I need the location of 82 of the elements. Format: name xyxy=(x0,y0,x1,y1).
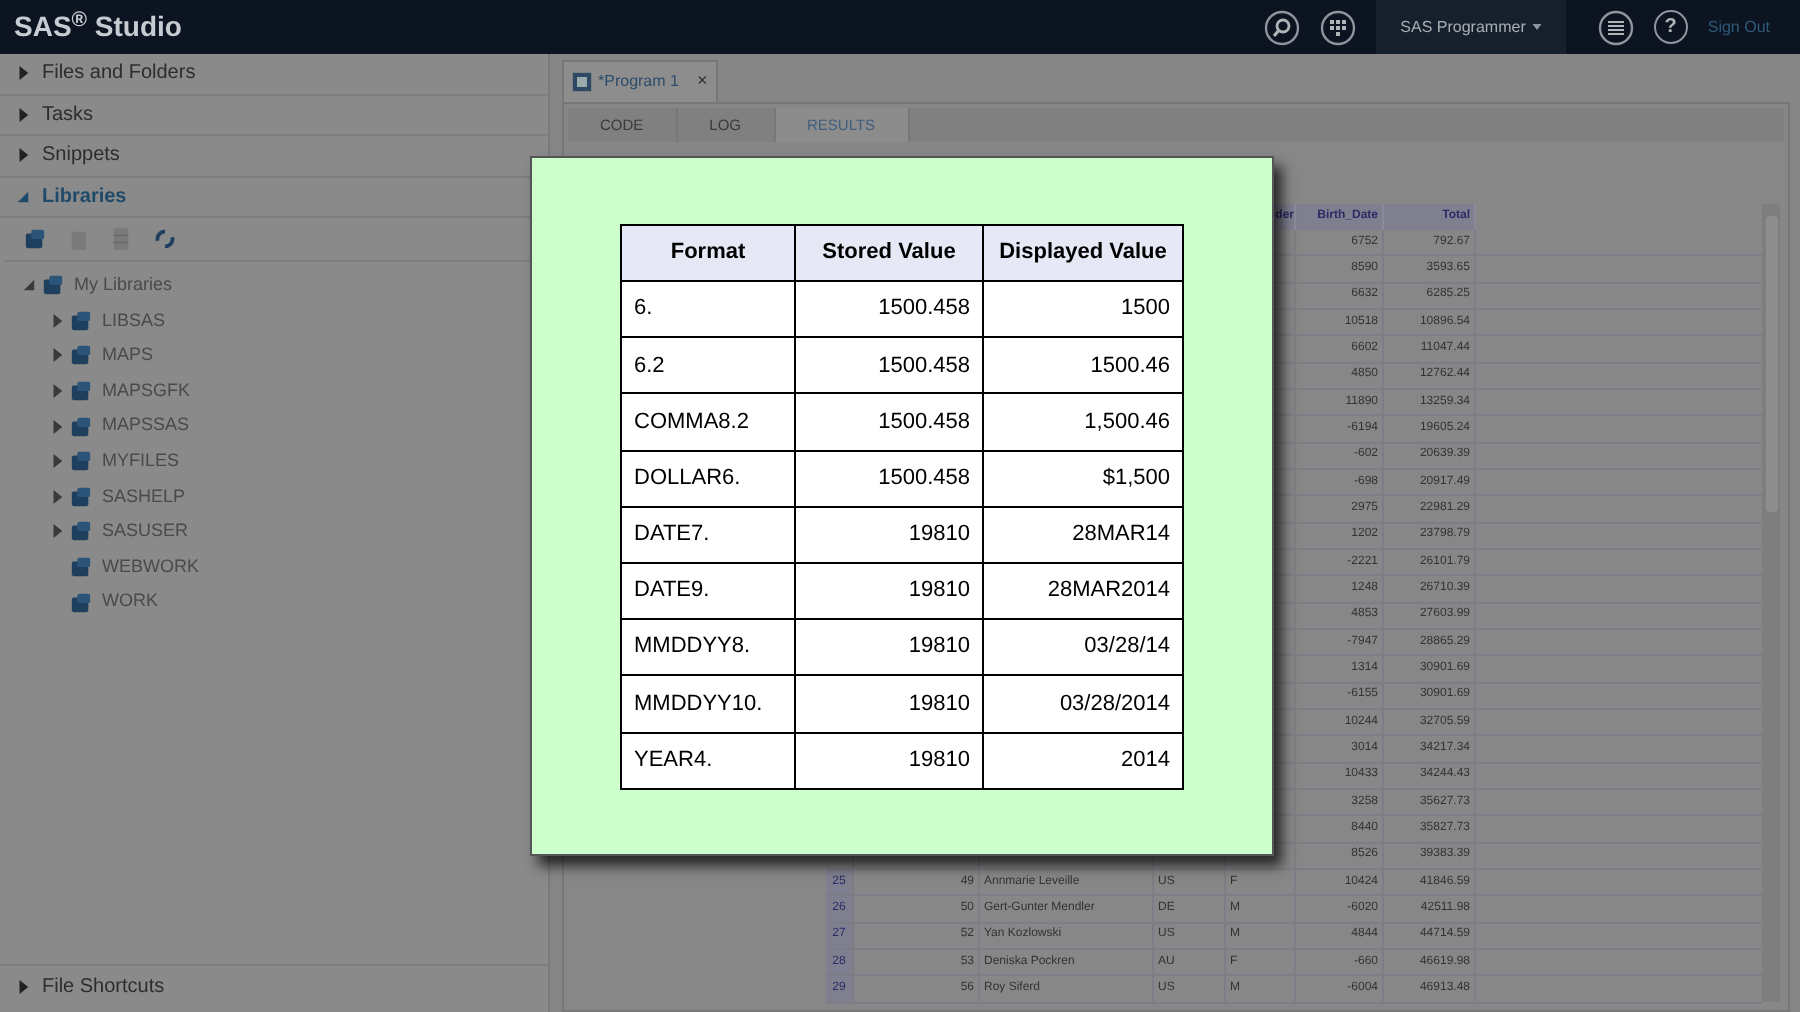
table-cell: 19810 xyxy=(795,562,983,620)
table-cell: $1,500 xyxy=(983,450,1183,507)
library-icon xyxy=(70,415,92,438)
library-icon xyxy=(70,556,92,579)
tree-item[interactable]: MYFILES xyxy=(102,448,180,476)
section-header[interactable]: Files and Folders xyxy=(42,58,196,89)
library-icon xyxy=(70,380,92,403)
table-cell: YEAR4. xyxy=(621,732,795,789)
table-cell: 03/28/14 xyxy=(983,619,1183,676)
table-cell: DATE9. xyxy=(621,562,795,620)
section-header[interactable]: Tasks xyxy=(42,99,94,130)
table-cell: MMDDYY8. xyxy=(621,619,795,676)
column-header: Stored Value xyxy=(795,225,983,281)
table-cell: 19810 xyxy=(795,619,983,676)
library-icon xyxy=(24,228,46,250)
collapsed-arrow-icon[interactable] xyxy=(50,454,64,469)
table-cell: 19810 xyxy=(795,675,983,732)
library-icon xyxy=(70,520,92,543)
perspective-menu[interactable]: SAS Programmer xyxy=(1376,0,1566,54)
menu-icon[interactable] xyxy=(1597,9,1634,45)
table-cell: 03/28/2014 xyxy=(983,675,1183,732)
collapsed-arrow-icon[interactable] xyxy=(50,313,64,328)
tab-label: *Program 1 xyxy=(598,70,679,94)
table-cell: 1500.46 xyxy=(983,337,1183,394)
tree-item[interactable]: SASUSER xyxy=(102,518,189,546)
section-header[interactable]: Libraries xyxy=(42,181,127,212)
tree-item[interactable]: MAPSGFK xyxy=(102,377,191,405)
app-title: SAS$^{®}$ Studio xyxy=(14,6,182,46)
sign-out-link[interactable]: Sign Out xyxy=(1707,15,1770,39)
search-icon[interactable] xyxy=(1264,9,1301,45)
collapsed-arrow-icon[interactable] xyxy=(16,148,30,163)
table-cell: COMMA8.2 xyxy=(621,393,795,451)
column-header: Format xyxy=(621,225,795,281)
table-cell: 1500.458 xyxy=(795,281,983,338)
collapsed-arrow-icon[interactable] xyxy=(16,980,30,994)
library-icon xyxy=(42,274,64,297)
table-cell: 1500.458 xyxy=(795,450,983,507)
library-icon xyxy=(70,591,92,614)
section-header[interactable]: Snippets xyxy=(42,140,120,171)
collapsed-arrow-icon[interactable] xyxy=(50,489,64,504)
table-cell: 1500.458 xyxy=(795,337,983,394)
collapsed-arrow-icon[interactable] xyxy=(16,66,30,81)
collapsed-arrow-icon[interactable] xyxy=(16,107,30,122)
table-cell: 2014 xyxy=(983,732,1183,789)
collapsed-arrow-icon[interactable] xyxy=(50,524,64,539)
table-cell: 19810 xyxy=(795,506,983,563)
library-icon xyxy=(70,344,92,367)
table-cell: 28MAR2014 xyxy=(983,562,1183,620)
library-icon xyxy=(70,450,92,473)
help-icon[interactable]: ? xyxy=(1653,10,1688,44)
section-header[interactable]: File Shortcuts xyxy=(42,972,165,1002)
grid-icon[interactable] xyxy=(1320,9,1357,45)
table-cell: 1500 xyxy=(983,281,1183,338)
expanded-arrow-icon[interactable] xyxy=(16,189,30,204)
table-cell: 19810 xyxy=(795,732,983,789)
collapsed-arrow-icon[interactable] xyxy=(50,348,64,363)
editor-tab[interactable]: *Program 1 × xyxy=(562,60,718,102)
table-cell: 28MAR14 xyxy=(983,506,1183,563)
table-cell: 1500.458 xyxy=(795,393,983,451)
table-cell: 6. xyxy=(621,281,795,338)
tree-item[interactable]: WORK xyxy=(102,588,158,616)
collapsed-arrow-icon[interactable] xyxy=(50,419,64,434)
table-cell: DOLLAR6. xyxy=(621,450,795,507)
close-button[interactable]: × xyxy=(696,68,708,96)
column-header: Displayed Value xyxy=(983,225,1183,281)
expanded-arrow-icon[interactable] xyxy=(22,278,36,293)
tree-item[interactable]: WEBWORK xyxy=(102,553,199,581)
table-cell: 1,500.46 xyxy=(983,393,1183,451)
collapsed-arrow-icon[interactable] xyxy=(50,384,64,399)
library-icon xyxy=(70,485,92,508)
library-icon xyxy=(70,309,92,332)
program-icon xyxy=(572,72,592,92)
tree-item[interactable]: SASHELP xyxy=(102,483,186,511)
tree-item[interactable]: LIBSAS xyxy=(102,307,166,335)
caret-icon xyxy=(1531,24,1542,30)
table-cell: 6.2 xyxy=(621,337,795,394)
tree-item[interactable]: My Libraries xyxy=(74,272,173,300)
table-cell: MMDDYY10. xyxy=(621,675,795,732)
tree-item[interactable]: MAPS xyxy=(102,342,154,370)
table-cell: DATE7. xyxy=(621,506,795,563)
tree-item[interactable]: MAPSSAS xyxy=(102,412,190,440)
refresh-icon[interactable] xyxy=(154,228,176,250)
